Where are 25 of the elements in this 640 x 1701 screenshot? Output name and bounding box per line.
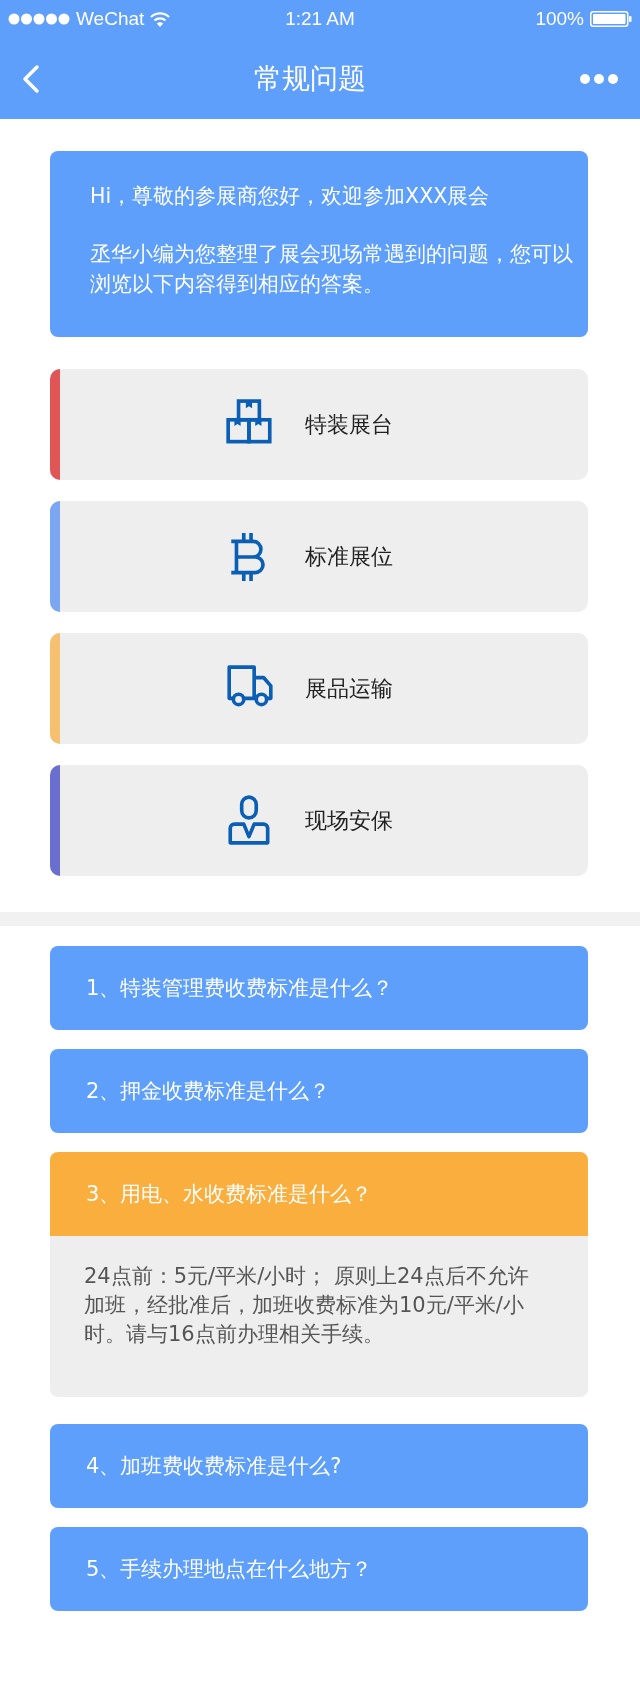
category-card[interactable]: 标准展位 <box>50 501 588 612</box>
greeting-text: Hi，尊敬的参展商您好，欢迎参加XXX展会 <box>90 183 491 210</box>
category-card[interactable]: 现场安保 <box>50 765 588 876</box>
clock-time: 1:21 AM <box>285 8 355 30</box>
question-header[interactable]: 4、加班费收费标准是什么? <box>50 1424 588 1508</box>
category-label: 展品运输 <box>305 674 393 703</box>
carrier-name: WeChat <box>76 8 145 30</box>
category-label: 标准展位 <box>305 542 393 571</box>
wifi-icon <box>150 11 171 27</box>
battery-icon <box>590 11 632 27</box>
more-icon[interactable] <box>580 73 618 84</box>
question-header[interactable]: 1、特装管理费收费标准是什么？ <box>50 946 588 1030</box>
answer-text: 24点前：5元/平米/小时； 原则上24点后不允许加班，经批准后，加班收费标准为10元/平米/小时。请与16点前办理相关手续。 <box>84 1263 530 1348</box>
category-card[interactable]: 特装展台 <box>50 369 588 480</box>
signal-icon <box>8 13 70 25</box>
category-label: 特装展台 <box>305 410 393 439</box>
page-title: 常规问题 <box>254 60 366 97</box>
question-header[interactable]: 2、押金收费标准是什么？ <box>50 1049 588 1133</box>
battery-percent: 100% <box>535 8 584 30</box>
category-card[interactable]: 展品运输 <box>50 633 588 744</box>
back-icon[interactable] <box>22 63 40 94</box>
intro-message: 丞华小编为您整理了展会现场常遇到的问题，您可以浏览以下内容得到相应的答案。 <box>90 241 574 298</box>
question-header[interactable]: 3、用电、水收费标准是什么？ <box>50 1152 588 1236</box>
category-label: 现场安保 <box>305 806 393 835</box>
question-header[interactable]: 5、手续办理地点在什么地方？ <box>50 1527 588 1611</box>
